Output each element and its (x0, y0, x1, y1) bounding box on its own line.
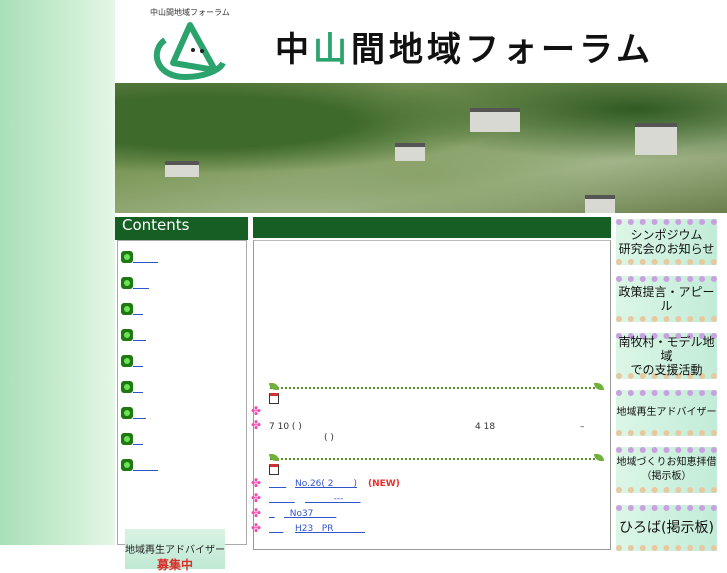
event-dash: – (580, 422, 585, 432)
news-link[interactable]: No37 (284, 509, 336, 519)
news-link[interactable]: H23 PR (295, 524, 365, 534)
leaf-divider (270, 379, 602, 389)
clover-icon (121, 433, 133, 445)
svg-text:中山間地域フォーラム: 中山間地域フォーラム (150, 7, 230, 17)
flower-icon: ✤ (251, 521, 262, 535)
clover-icon (121, 381, 133, 393)
hiroba-board-button[interactable]: ひろば(掲示板) (616, 505, 717, 551)
nav-link[interactable] (133, 357, 143, 367)
nav-link[interactable] (133, 409, 146, 419)
news-link-prefix[interactable] (269, 479, 286, 489)
contents-sidebar: Contents 地域再生アドバイザー 募集中 (115, 217, 248, 572)
nav-link[interactable] (133, 305, 143, 315)
clover-icon (121, 407, 133, 419)
window-icon (269, 464, 279, 475)
main-box: ✤ ✤ 7 10 ( ) 4 18 – ( ) ✤ No.26( 2 ) (NE… (251, 240, 611, 550)
main-content: ✤ ✤ 7 10 ( ) 4 18 – ( ) ✤ No.26( 2 ) (NE… (251, 217, 611, 550)
clover-icon (121, 277, 133, 289)
nanmoku-support-button[interactable]: 南牧村・モデル地域 での支援活動 (616, 333, 717, 379)
event-paren: ( ) (324, 433, 334, 443)
new-badge: (NEW) (368, 479, 400, 489)
news-link-prefix[interactable] (269, 494, 295, 504)
news-link-prefix[interactable] (269, 524, 283, 534)
site-title: 中山間地域フォーラム (275, 30, 654, 70)
nav-link[interactable] (133, 435, 143, 445)
wisdom-board-button[interactable]: 地域づくりお知恵拝借 （掲示板） (616, 447, 717, 493)
news-link-prefix[interactable] (269, 509, 275, 519)
clover-icon (121, 459, 133, 471)
clover-icon (121, 329, 133, 341)
advisor-recruit-banner[interactable]: 地域再生アドバイザー 募集中 (125, 529, 225, 572)
nav-link[interactable] (133, 461, 159, 471)
leaf-divider (270, 450, 602, 460)
nav-link[interactable] (133, 331, 146, 341)
flower-icon: ✤ (251, 404, 262, 418)
main-heading-bar (253, 217, 611, 238)
contents-list: 地域再生アドバイザー 募集中 (117, 240, 247, 572)
news-link[interactable]: --- (305, 494, 361, 504)
policy-appeal-button[interactable]: 政策提言・アピール (616, 276, 717, 322)
site-header: 中山間地域フォーラム 中山間地域フォーラム (115, 0, 727, 83)
nav-link[interactable] (133, 253, 159, 263)
symposium-button[interactable]: シンポジウム 研究会のお知らせ (616, 219, 717, 265)
contents-heading: Contents (115, 217, 248, 240)
clover-icon (121, 303, 133, 315)
flower-icon: ✤ (251, 418, 262, 432)
flower-icon: ✤ (251, 491, 262, 505)
regional-advisor-button[interactable]: 地域再生アドバイザー (616, 390, 717, 436)
flower-icon: ✤ (251, 506, 262, 520)
event-day: 4 18 (475, 422, 496, 432)
flower-icon: ✤ (251, 476, 262, 490)
event-date: 7 10 ( ) (269, 422, 302, 432)
left-background (0, 0, 115, 545)
header-photo (115, 83, 727, 213)
clover-icon (121, 251, 133, 263)
news-link[interactable]: No.26( 2 ) (295, 479, 357, 489)
nav-link[interactable] (133, 383, 143, 393)
forum-logo[interactable]: 中山間地域フォーラム (145, 5, 235, 80)
nav-link[interactable] (133, 279, 149, 289)
window-icon (269, 393, 279, 404)
clover-icon (121, 355, 133, 367)
